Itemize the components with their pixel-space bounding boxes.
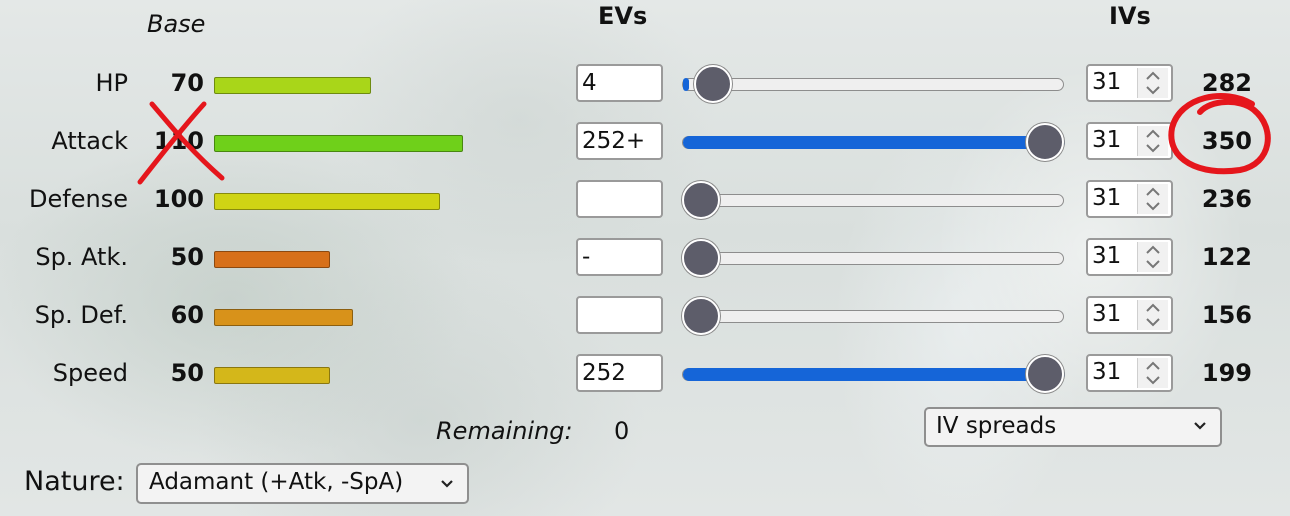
stat-base-value: 110 <box>153 127 204 155</box>
stat-total-value: 199 <box>1201 359 1252 387</box>
iv-value: 31 <box>1092 127 1122 153</box>
spinner-arrows-icon[interactable] <box>1137 68 1168 98</box>
iv-input[interactable]: 31 <box>1086 122 1173 160</box>
base-stat-bar <box>214 309 353 326</box>
ev-slider[interactable] <box>682 78 1064 91</box>
spinner-arrows-icon[interactable] <box>1137 126 1168 156</box>
iv-input[interactable]: 31 <box>1086 64 1173 102</box>
iv-spreads-selected: IV spreads <box>936 413 1057 439</box>
ev-slider[interactable] <box>682 194 1064 207</box>
stat-total-value: 350 <box>1201 127 1252 155</box>
base-stat-bar <box>214 367 330 384</box>
iv-value: 31 <box>1092 301 1122 327</box>
nature-select[interactable]: Adamant (+Atk, -SpA) <box>136 463 469 504</box>
iv-input[interactable]: 31 <box>1086 238 1173 276</box>
remaining-label: Remaining: <box>436 417 573 445</box>
iv-value: 31 <box>1092 69 1122 95</box>
spinner-arrows-icon[interactable] <box>1137 358 1168 388</box>
base-stat-bar <box>214 135 463 152</box>
evs-header: EVs <box>598 2 648 30</box>
stat-label: Attack <box>51 127 128 155</box>
base-header: Base <box>147 10 206 38</box>
stat-total-value: 156 <box>1201 301 1252 329</box>
ev-input[interactable]: - <box>576 238 663 276</box>
spinner-arrows-icon[interactable] <box>1137 184 1168 214</box>
ev-input[interactable]: 252+ <box>576 122 663 160</box>
stat-label: Defense <box>29 185 128 213</box>
ev-slider-fill <box>683 136 1065 149</box>
stat-base-value: 100 <box>153 185 204 213</box>
stat-base-value: 70 <box>170 69 204 97</box>
chevron-down-icon <box>441 480 453 488</box>
ivs-header: IVs <box>1109 2 1151 30</box>
ev-slider-thumb[interactable] <box>1026 123 1064 161</box>
iv-input[interactable]: 31 <box>1086 296 1173 334</box>
ev-slider-fill <box>683 368 1065 381</box>
base-stat-bar <box>214 77 371 94</box>
ev-input[interactable]: 252 <box>576 354 663 392</box>
ev-slider[interactable] <box>682 368 1065 381</box>
nature-selected: Adamant (+Atk, -SpA) <box>149 469 404 495</box>
ev-input[interactable] <box>576 180 663 218</box>
stats-panel: Base EVs IVs HP 70 4 31 282 Attack 110 252+ 31 35… <box>0 0 1290 516</box>
spinner-arrows-icon[interactable] <box>1137 242 1168 272</box>
stat-label: Sp. Atk. <box>35 243 128 271</box>
ev-slider-thumb[interactable] <box>682 297 720 335</box>
ev-input[interactable]: 4 <box>576 64 663 102</box>
iv-value: 31 <box>1092 185 1122 211</box>
ev-slider[interactable] <box>682 136 1065 149</box>
stat-label: Speed <box>52 359 128 387</box>
iv-value: 31 <box>1092 243 1122 269</box>
ev-slider-thumb[interactable] <box>682 181 720 219</box>
chevron-down-icon <box>1194 422 1206 430</box>
stat-label: Sp. Def. <box>34 301 128 329</box>
iv-input[interactable]: 31 <box>1086 354 1173 392</box>
stat-base-value: 50 <box>170 243 204 271</box>
iv-input[interactable]: 31 <box>1086 180 1173 218</box>
nature-label: Nature: <box>24 466 125 497</box>
ev-slider[interactable] <box>682 310 1064 323</box>
remaining-value: 0 <box>614 417 630 445</box>
base-stat-bar <box>214 251 330 268</box>
ev-slider[interactable] <box>682 252 1064 265</box>
stat-base-value: 60 <box>170 301 204 329</box>
iv-spreads-select[interactable]: IV spreads <box>924 407 1222 447</box>
stat-label: HP <box>95 69 128 97</box>
ev-input[interactable] <box>576 296 663 334</box>
ev-slider-fill <box>683 78 689 91</box>
spinner-arrows-icon[interactable] <box>1137 300 1168 330</box>
ev-slider-thumb[interactable] <box>682 239 720 277</box>
base-stat-bar <box>214 193 440 210</box>
stat-base-value: 50 <box>170 359 204 387</box>
stat-total-value: 122 <box>1201 243 1252 271</box>
ev-slider-thumb[interactable] <box>694 65 732 103</box>
ev-slider-thumb[interactable] <box>1026 355 1064 393</box>
stat-total-value: 282 <box>1201 69 1252 97</box>
stat-total-value: 236 <box>1201 185 1252 213</box>
iv-value: 31 <box>1092 359 1122 385</box>
